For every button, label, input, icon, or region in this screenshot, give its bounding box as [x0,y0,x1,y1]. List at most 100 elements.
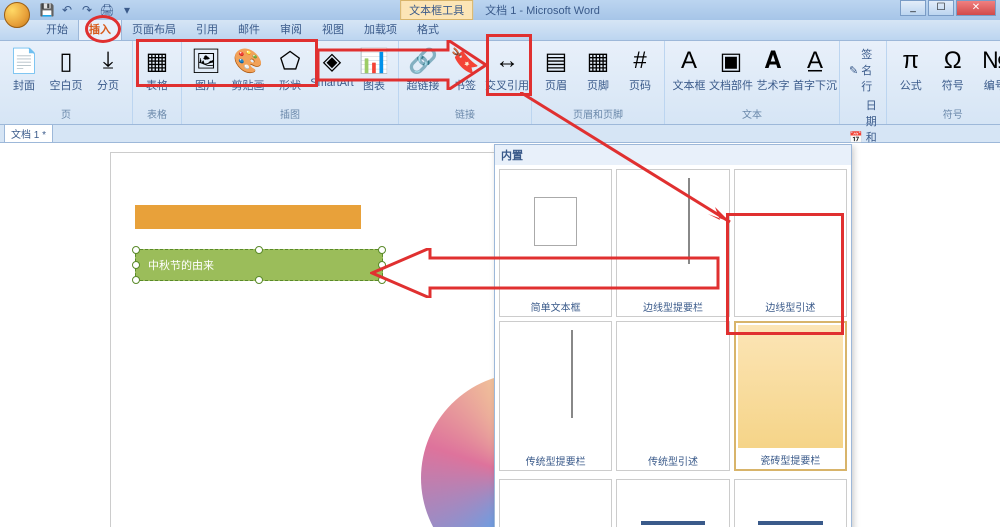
quick-access-toolbar: 💾 ↶ ↷ 🖨 ▾ [38,2,136,18]
button-label: 页脚 [587,77,609,93]
tab-视图[interactable]: 视图 [312,18,354,40]
tab-开始[interactable]: 开始 [36,18,78,40]
textbox-content: 中秋节的由来 [148,257,214,273]
gallery-thumb-0[interactable]: 简单文本框 [499,169,612,317]
pagenum-button[interactable]: #页码 [620,43,660,95]
thumb-label: 传统型提要栏 [500,451,611,470]
crossref-button[interactable]: ↔交叉引用 [487,43,527,95]
page-break-button[interactable]: ⤓分页 [88,43,128,95]
header-page-icon: ▤ [540,45,572,77]
chart-button[interactable]: 📊图表 [354,43,394,95]
tab-审阅[interactable]: 审阅 [270,18,312,40]
tab-邮件[interactable]: 邮件 [228,18,270,40]
hyperlink-button[interactable]: 🔗超链接 [403,43,443,95]
tab-插入[interactable]: 插入 [78,17,122,40]
equation-button[interactable]: π公式 [891,43,931,95]
dropcap-button[interactable]: A̲首字下沉 [795,43,835,95]
ribbon-group-链接: 🔗超链接🔖书签↔交叉引用链接 [399,41,532,124]
ribbon-group-页眉和页脚: ▤页眉▦页脚#页码页眉和页脚 [532,41,665,124]
tab-页面布局[interactable]: 页面布局 [122,18,186,40]
button-label: 文本框 [673,77,706,93]
gallery-thumb-6[interactable]: 瓷砖型引述 [499,479,612,527]
undo-icon[interactable]: ↶ [58,2,76,18]
group-label: 页眉和页脚 [536,106,660,122]
shapes-button[interactable]: ⬠形状 [270,43,310,95]
smartart-icon: ◈ [316,45,348,77]
selected-textbox[interactable]: 中秋节的由来 [135,249,383,281]
qat-more-icon[interactable]: ▾ [118,2,136,18]
maximize-button[interactable]: ☐ [928,0,954,16]
tab-引用[interactable]: 引用 [186,18,228,40]
ribbon-group-表格: ▦表格表格 [133,41,182,124]
gallery-thumb-5[interactable]: 瓷砖型提要栏 [734,321,847,471]
quickparts-button[interactable]: ▣文档部件 [711,43,751,95]
workspace: 中秋节的由来 内置 简单文本框边线型提要栏边线型引述传统型提要栏传统型引述瓷砖型… [0,144,1000,527]
thumb-preview [738,325,843,448]
gallery-header: 内置 [495,145,851,165]
thumb-preview [502,172,609,295]
thumb-label: 边线型提要栏 [617,297,728,316]
thumb-preview [619,482,726,527]
footer-page-button[interactable]: ▦页脚 [578,43,618,95]
number-button[interactable]: №编号 [975,43,1000,95]
button-label: 图片 [195,77,217,93]
context-tab-label: 文本框工具 [400,0,473,20]
thumb-label: 传统型引述 [617,451,728,470]
gallery-thumb-2[interactable]: 边线型引述 [734,169,847,317]
crossref-icon: ↔ [491,45,523,77]
gallery-thumb-1[interactable]: 边线型提要栏 [616,169,729,317]
group-label: 表格 [137,106,177,122]
orange-shape[interactable] [135,205,361,229]
button-label: 空白页 [50,77,83,93]
table-button[interactable]: ▦表格 [137,43,177,95]
gallery-thumb-3[interactable]: 传统型提要栏 [499,321,612,471]
button-label: 页码 [629,77,651,93]
cover-page-button[interactable]: 📄封面 [4,43,44,95]
smartart-button[interactable]: ◈SmartArt [312,43,352,95]
redo-icon[interactable]: ↷ [78,2,96,18]
office-button[interactable] [4,2,30,28]
minimize-button[interactable]: _ [900,0,926,16]
thumb-preview [502,324,609,449]
gallery-thumb-7[interactable]: 大括号型引述 [616,479,729,527]
close-button[interactable]: ✕ [956,0,996,16]
thumb-preview [619,172,726,295]
button-label: 图表 [363,77,385,93]
clipart-button[interactable]: 🎨剪贴画 [228,43,268,95]
ribbon-group-文本: A文本框▣文档部件𝐀艺术字A̲首字下沉文本 [665,41,840,124]
group-label: 文本 [669,106,835,122]
button-label: 符号 [942,77,964,93]
gallery-thumb-4[interactable]: 传统型引述 [616,321,729,471]
picture-button[interactable]: 🖼图片 [186,43,226,95]
button-label: 剪贴画 [232,77,265,93]
textbox-button[interactable]: A文本框 [669,43,709,95]
ribbon-group-符号: π公式Ω符号№编号符号 [887,41,1000,124]
wordart-button[interactable]: 𝐀艺术字 [753,43,793,95]
bookmark-icon: 🔖 [449,45,481,77]
button-label: SmartArt [310,77,353,89]
save-icon[interactable]: 💾 [38,2,56,18]
symbol-button[interactable]: Ω符号 [933,43,973,95]
table-icon: ▦ [141,45,173,77]
button-label: 形状 [279,77,301,93]
gallery-thumb-8[interactable]: 大括号型引述 2 [734,479,847,527]
tab-格式[interactable]: 格式 [407,18,449,40]
blank-page-icon: ▯ [50,45,82,77]
print-icon[interactable]: 🖨 [98,2,116,18]
signature-button[interactable]: ✎签名行 [846,45,880,95]
button-label: 超链接 [407,77,440,93]
shapes-icon: ⬠ [274,45,306,77]
blank-page-button[interactable]: ▯空白页 [46,43,86,95]
app-title: 文档 1 - Microsoft Word [485,2,600,18]
document-tab[interactable]: 文档 1 * [4,124,53,143]
number-icon: № [979,45,1000,77]
bookmark-button[interactable]: 🔖书签 [445,43,485,95]
button-label: 封面 [13,77,35,93]
tab-加载项[interactable]: 加载项 [354,18,407,40]
header-page-button[interactable]: ▤页眉 [536,43,576,95]
hyperlink-icon: 🔗 [407,45,439,77]
dropcap-icon: A̲ [799,45,831,77]
group-label: 页 [4,106,128,122]
button-label: 分页 [97,77,119,93]
ribbon-tabs: 开始插入页面布局引用邮件审阅视图加载项格式 [0,20,1000,41]
